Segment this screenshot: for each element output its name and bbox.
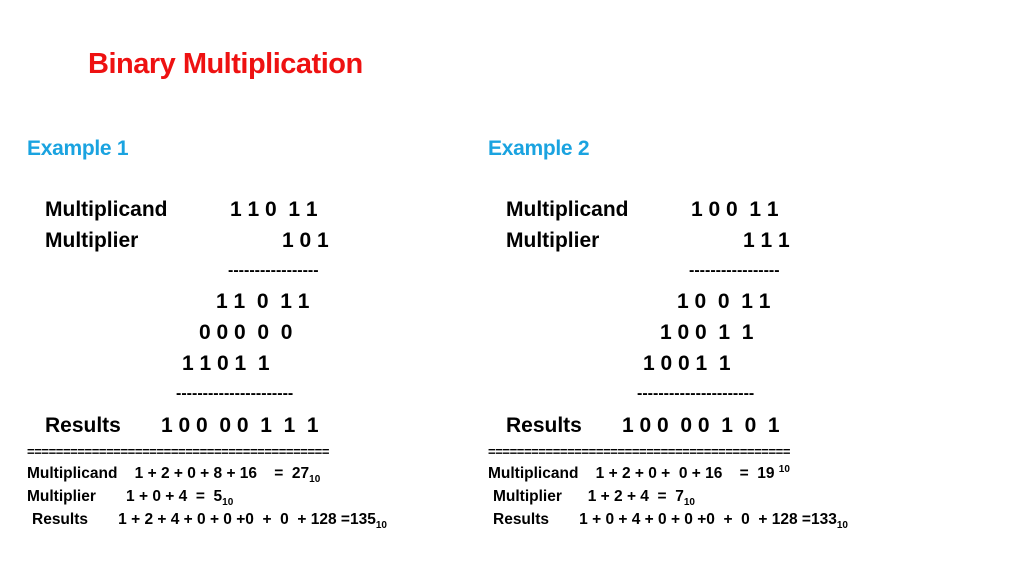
multiplicand-binary: 1 0 0 1 1: [691, 198, 779, 221]
multiplicand-label: Multiplicand: [506, 198, 629, 221]
decimal-multiplicand-label: Multiplicand: [488, 465, 579, 482]
divider-short: -----------------: [689, 262, 780, 279]
page-title: Binary Multiplication: [88, 48, 363, 80]
decimal-multiplicand-expr: 1 + 2 + 0 + 8 + 16 = 27: [134, 465, 310, 482]
multiplier-binary: 1 1 1: [743, 229, 790, 252]
separator: ========================================…: [488, 444, 791, 459]
partial-product-3: 1 1 0 1 1: [182, 352, 270, 375]
decimal-results: Results 1 + 2 + 4 + 0 + 0 +0 + 0 + 128 =…: [32, 511, 387, 531]
decimal-results: Results 1 + 0 + 4 + 0 + 0 +0 + 0 + 128 =…: [493, 511, 848, 531]
decimal-multiplicand: Multiplicand 1 + 2 + 0 + 8 + 16 = 2710: [27, 465, 321, 485]
multiplier-binary: 1 0 1: [282, 229, 329, 252]
partial-product-2: 0 0 0 0 0: [199, 321, 293, 344]
base-superscript: 10: [778, 464, 790, 475]
decimal-results-label: Results: [32, 511, 88, 528]
decimal-multiplier-label: Multiplier: [493, 488, 562, 505]
results-binary: 1 0 0 0 0 1 0 1: [622, 414, 780, 437]
divider-long: ----------------------: [637, 385, 755, 402]
decimal-multiplicand: Multiplicand 1 + 2 + 0 + 0 + 16 = 19 10: [488, 465, 790, 483]
results-label: Results: [506, 414, 582, 437]
partial-product-3: 1 0 0 1 1: [643, 352, 731, 375]
base-subscript: 10: [309, 474, 321, 485]
decimal-results-label: Results: [493, 511, 549, 528]
partial-product-1: 1 0 0 1 1: [677, 290, 771, 313]
decimal-results-expr: 1 + 2 + 4 + 0 + 0 +0 + 0 + 128 =135: [118, 511, 376, 528]
results-binary: 1 0 0 0 0 1 1 1: [161, 414, 319, 437]
multiplicand-label: Multiplicand: [45, 198, 168, 221]
multiplicand-binary: 1 1 0 1 1: [230, 198, 318, 221]
decimal-multiplicand-expr: 1 + 2 + 0 + 0 + 16 = 19: [595, 465, 779, 482]
base-subscript: 10: [222, 497, 234, 508]
divider-short: -----------------: [228, 262, 319, 279]
decimal-multiplier: Multiplier 1 + 2 + 4 = 710: [493, 488, 695, 508]
divider-long: ----------------------: [176, 385, 294, 402]
decimal-results-expr: 1 + 0 + 4 + 0 + 0 +0 + 0 + 128 =133: [579, 511, 837, 528]
decimal-multiplier-expr: 1 + 2 + 4 = 7: [587, 488, 684, 505]
decimal-multiplier-label: Multiplier: [27, 488, 96, 505]
partial-product-1: 1 1 0 1 1: [216, 290, 310, 313]
results-label: Results: [45, 414, 121, 437]
multiplier-label: Multiplier: [506, 229, 600, 252]
example-1-heading: Example 1: [27, 137, 129, 160]
base-subscript: 10: [836, 520, 848, 531]
decimal-multiplier-expr: 1 + 0 + 4 = 5: [126, 488, 223, 505]
example-2-heading: Example 2: [488, 137, 590, 160]
partial-product-2: 1 0 0 1 1: [660, 321, 754, 344]
decimal-multiplier: Multiplier 1 + 0 + 4 = 510: [27, 488, 234, 508]
decimal-multiplicand-label: Multiplicand: [27, 465, 118, 482]
multiplier-label: Multiplier: [45, 229, 139, 252]
separator: ========================================…: [27, 444, 330, 459]
base-subscript: 10: [683, 497, 695, 508]
base-subscript: 10: [375, 520, 387, 531]
